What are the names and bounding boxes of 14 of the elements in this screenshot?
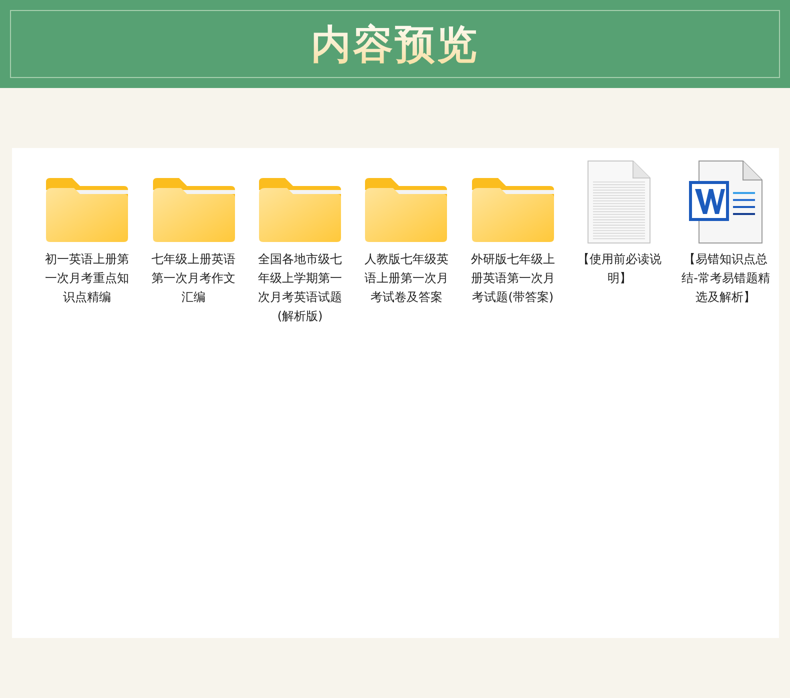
folder-icon <box>44 176 130 244</box>
folder-icon <box>363 176 450 244</box>
file-name[interactable]: 七年级上册英语第一次月考作文汇编 <box>148 250 239 307</box>
folder-icon <box>150 176 237 244</box>
file-name[interactable]: 【易错知识点总结-常考易错题精选及解析】 <box>680 250 771 307</box>
file-name[interactable]: 全国各地市级七年级上学期第一次月考英语试题(解析版) <box>255 250 346 326</box>
word-document-icon <box>688 160 764 244</box>
file-name[interactable]: 初一英语上册第一次月考重点知识点精编 <box>42 250 132 307</box>
file-name[interactable]: 【使用前必读说明】 <box>574 250 664 288</box>
folder-icon <box>470 176 556 244</box>
text-document-icon <box>587 160 652 244</box>
file-name[interactable]: 外研版七年级上册英语第一次月考试题(带答案) <box>468 250 558 307</box>
folder-icon <box>257 176 344 244</box>
file-name[interactable]: 人教版七年级英语上册第一次月考试卷及答案 <box>361 250 452 307</box>
